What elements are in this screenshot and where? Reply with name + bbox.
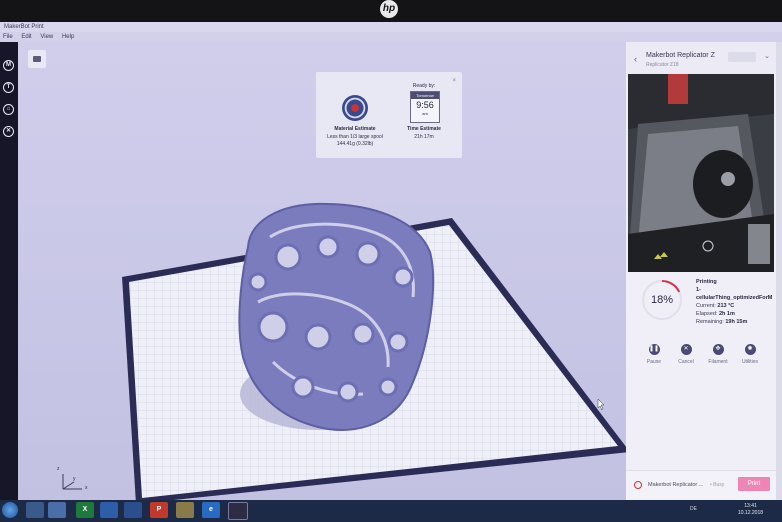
camera-feed bbox=[628, 74, 774, 272]
status-title: Printing bbox=[696, 279, 717, 285]
print-button[interactable]: Print bbox=[738, 477, 770, 491]
axis-x-label: x bbox=[85, 485, 88, 491]
3d-viewport[interactable]: z y x × Material Estimate Less than 1/3 … bbox=[18, 42, 626, 500]
taskbar-app-ie[interactable]: e bbox=[202, 502, 220, 518]
clock-time: 13:41 bbox=[744, 503, 757, 509]
taskbar: X P e DE 13:41 10.12.2018 bbox=[0, 500, 782, 522]
cancel-label: Cancel bbox=[678, 359, 694, 365]
estimate-popup: × Material Estimate Less than 1/3 large … bbox=[316, 72, 462, 158]
store-icon[interactable]: ⌂ bbox=[3, 104, 14, 115]
printer-status-icon bbox=[634, 481, 642, 489]
makerbot-icon[interactable]: M bbox=[3, 60, 14, 71]
utilities-label: Utilities bbox=[741, 359, 759, 365]
current-label: Current: bbox=[696, 303, 716, 309]
progress-percent: 18% bbox=[650, 294, 674, 306]
clock-icon: Tomorrow 9:56 am bbox=[410, 91, 440, 123]
filament-button[interactable]: ✥ Filament bbox=[703, 344, 733, 365]
print-status: Printing 1- cellularThing_optimizedForM … bbox=[696, 278, 772, 326]
taskbar-app-excel[interactable]: X bbox=[76, 502, 94, 518]
printer-header: ‹ Makerbot Replicator Z Replicator Z18 ⌄ bbox=[626, 42, 776, 74]
chevron-down-icon[interactable]: ⌄ bbox=[764, 52, 770, 60]
remaining-value: 19h 15m bbox=[725, 319, 748, 325]
cancel-button[interactable]: ✕ Cancel bbox=[671, 344, 701, 365]
back-chevron-icon[interactable]: ‹ bbox=[634, 54, 637, 64]
left-toolbar: M T ⌂ ✕ bbox=[0, 42, 18, 500]
material-estimate-title: Material Estimate bbox=[334, 126, 376, 132]
print-object bbox=[238, 202, 435, 431]
utilities-button[interactable]: ✺ Utilities bbox=[735, 344, 765, 365]
pause-icon: ❚❚ bbox=[648, 344, 660, 355]
material-estimate-line2: 144.41g (0.32lb) bbox=[336, 141, 374, 147]
gear-icon: ✺ bbox=[744, 344, 756, 355]
clock[interactable]: 13:41 10.12.2018 bbox=[738, 503, 763, 517]
elapsed-label: Elapsed: bbox=[696, 311, 718, 317]
taskbar-app-explorer[interactable] bbox=[26, 502, 44, 518]
ready-time: 9:56 bbox=[416, 100, 434, 110]
window-titlebar: MakerBot Print bbox=[0, 22, 782, 32]
filament-icon: ✥ bbox=[712, 344, 724, 355]
printer-sub: Replicator Z18 bbox=[646, 62, 679, 68]
taskbar-app-outlook[interactable] bbox=[124, 502, 142, 518]
menu-edit[interactable]: Edit bbox=[21, 34, 31, 40]
menu-file[interactable]: File bbox=[3, 34, 13, 40]
taskbar-app-makerbot[interactable] bbox=[228, 502, 248, 520]
close-icon[interactable]: × bbox=[452, 78, 456, 84]
menu-help[interactable]: Help bbox=[62, 34, 74, 40]
monitor-bezel: hp bbox=[0, 0, 782, 22]
printer-name: Makerbot Replicator Z bbox=[646, 52, 715, 59]
taskbar-app-powerpoint[interactable]: P bbox=[150, 502, 168, 518]
axis-z-label: z bbox=[57, 466, 60, 472]
filament-label: Filament bbox=[708, 359, 728, 365]
screen: MakerBot Print File Edit View Help M T ⌂… bbox=[0, 22, 782, 500]
taskbar-app-word[interactable] bbox=[100, 502, 118, 518]
printer-panel: ‹ Makerbot Replicator Z Replicator Z18 ⌄ bbox=[626, 42, 776, 500]
ready-ampm: am bbox=[422, 111, 428, 116]
pause-button[interactable]: ❚❚ Pause bbox=[639, 344, 669, 365]
file-name-line2: cellularThing_optimizedForM bbox=[696, 295, 773, 301]
taskbar-app-folder[interactable] bbox=[176, 502, 194, 518]
clock-date: 10.12.2018 bbox=[738, 510, 764, 516]
ready-by-label: Ready by: bbox=[412, 83, 436, 89]
hp-logo: hp bbox=[380, 0, 398, 18]
start-button[interactable] bbox=[2, 502, 18, 518]
footer-printer-name[interactable]: Makerbot Replicator ... bbox=[648, 482, 703, 488]
pause-label: Pause bbox=[646, 359, 662, 365]
thingiverse-icon[interactable]: T bbox=[3, 82, 14, 93]
current-value: 213 °C bbox=[717, 303, 735, 309]
menu-view[interactable]: View bbox=[40, 34, 53, 40]
language-indicator[interactable]: DE bbox=[690, 506, 697, 512]
cancel-icon: ✕ bbox=[680, 344, 692, 355]
printer-footer: Makerbot Replicator ... • Busy Print bbox=[626, 470, 776, 500]
camera-image bbox=[628, 74, 774, 272]
window-title: MakerBot Print bbox=[4, 24, 44, 30]
screen-right-edge bbox=[776, 42, 782, 500]
spool-icon bbox=[342, 95, 368, 121]
menu-bar: File Edit View Help bbox=[0, 32, 782, 42]
footer-status: • Busy bbox=[710, 482, 725, 488]
axis-y-label: y bbox=[73, 476, 76, 482]
material-estimate-line1: Less than 1/3 large spool bbox=[327, 134, 383, 140]
header-button[interactable] bbox=[728, 52, 756, 62]
settings-icon[interactable]: ✕ bbox=[3, 126, 14, 137]
elapsed-value: 2h 1m bbox=[718, 311, 735, 317]
remaining-label: Remaining: bbox=[696, 319, 724, 325]
time-estimate-title: Time Estimate bbox=[407, 126, 441, 132]
ready-day: Tomorrow bbox=[411, 92, 439, 99]
time-estimate-value: 21h 17m bbox=[414, 134, 434, 140]
taskbar-app-people[interactable] bbox=[48, 502, 66, 518]
mouse-cursor bbox=[597, 398, 605, 411]
file-name-line1: 1- bbox=[696, 287, 701, 293]
